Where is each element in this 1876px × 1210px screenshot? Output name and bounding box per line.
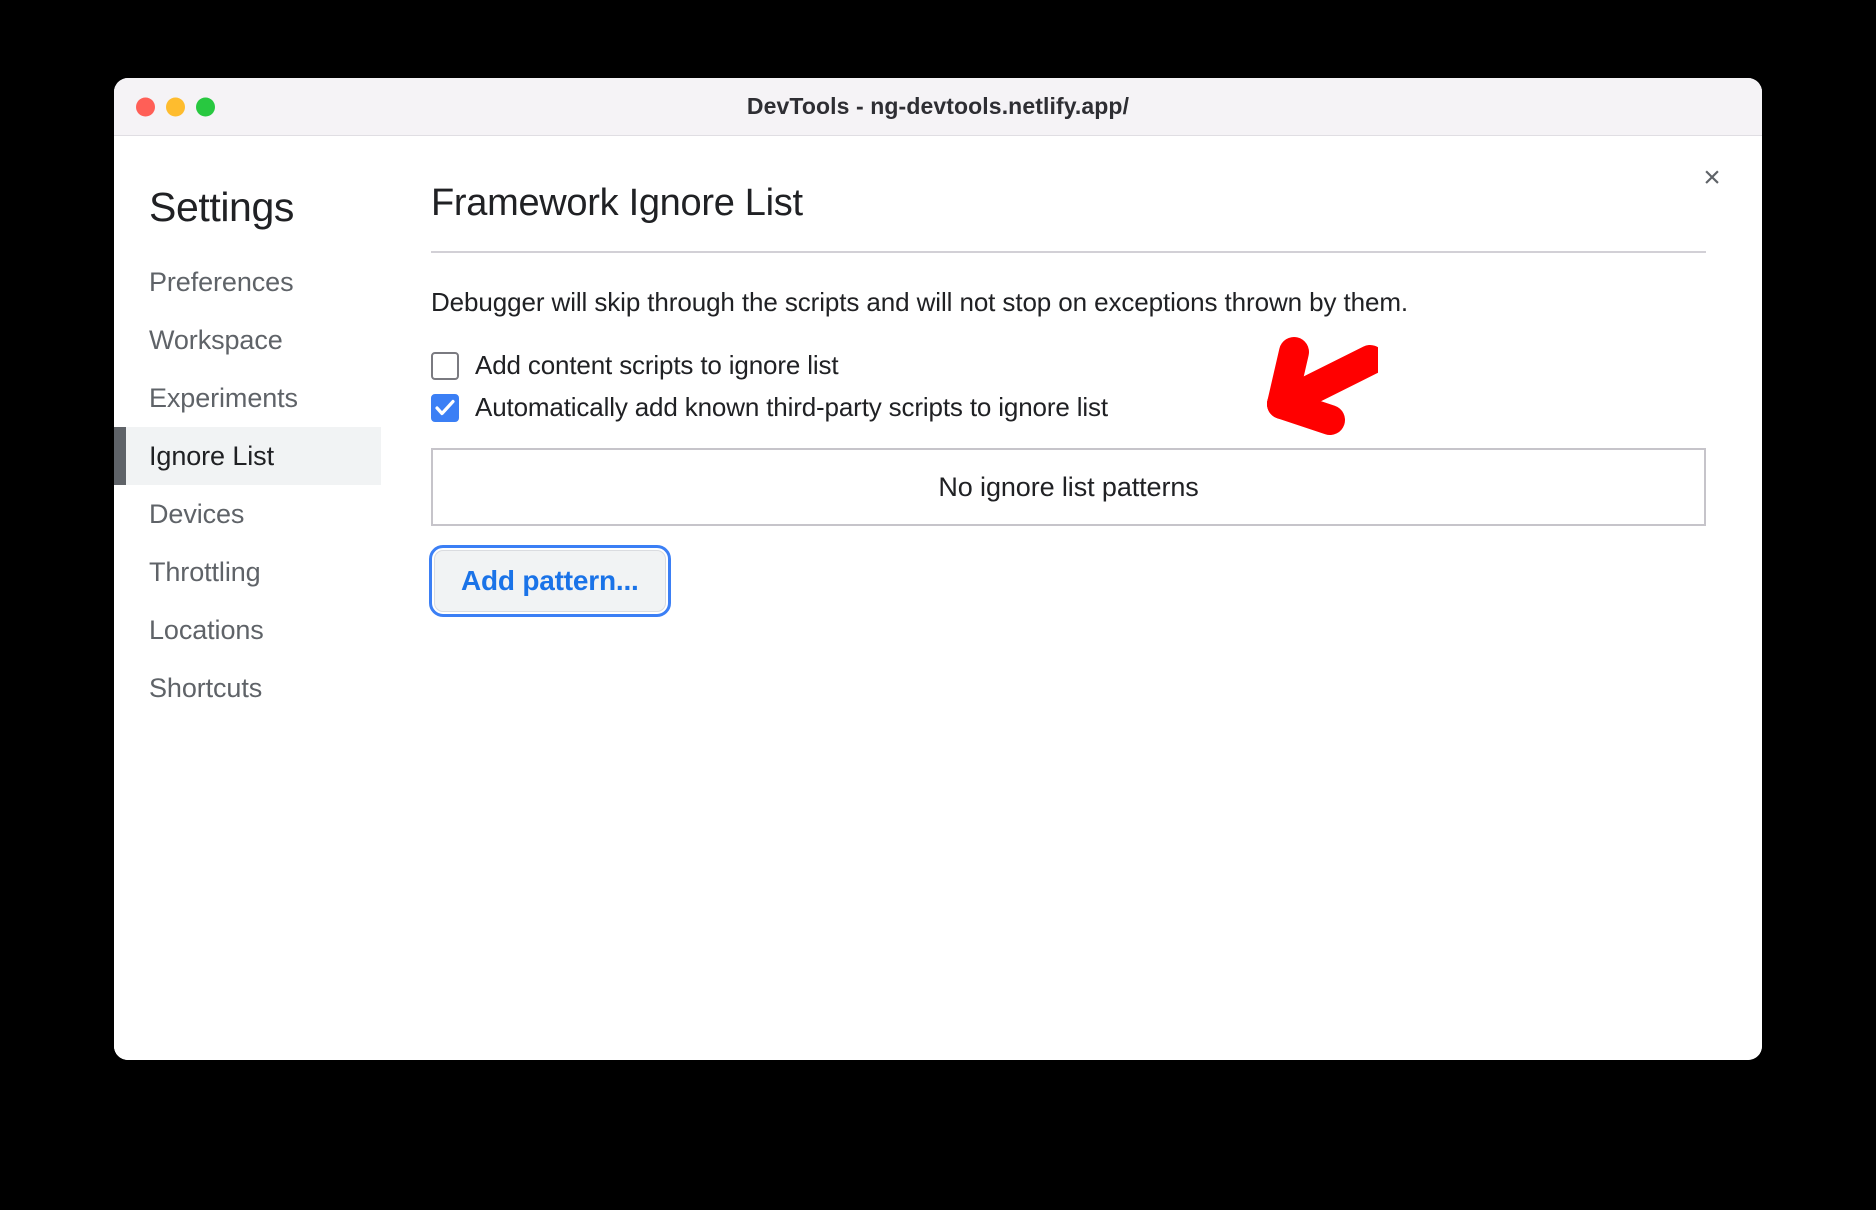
sidebar-item-throttling[interactable]: Throttling: [114, 543, 381, 601]
sidebar-item-label: Experiments: [149, 382, 298, 413]
checkbox-row-third-party-scripts[interactable]: Automatically add known third-party scri…: [431, 392, 1108, 423]
sidebar-item-label: Throttling: [149, 556, 261, 587]
ignore-list-patterns-box: No ignore list patterns: [431, 448, 1706, 526]
checkbox-label: Add content scripts to ignore list: [475, 350, 839, 380]
screenshot-root: DevTools - ng-devtools.netlify.app/ × Se…: [0, 0, 1876, 1210]
sidebar-item-shortcuts[interactable]: Shortcuts: [114, 659, 381, 717]
window-title: DevTools - ng-devtools.netlify.app/: [746, 93, 1130, 119]
minimize-window-button[interactable]: [166, 97, 185, 116]
sidebar-item-label: Locations: [149, 614, 264, 645]
sidebar-item-label: Devices: [149, 498, 245, 529]
settings-sidebar: Settings Preferences Workspace Experimen…: [114, 136, 381, 1060]
panel-heading: Framework Ignore List: [431, 182, 803, 224]
checkbox-unchecked-icon[interactable]: [431, 351, 459, 380]
heading-divider: [431, 251, 1706, 253]
sidebar-item-ignore-list[interactable]: Ignore List: [114, 427, 381, 485]
window-body: × Settings Preferences Workspace Experim…: [114, 136, 1762, 1060]
checkbox-checked-icon[interactable]: [431, 393, 459, 422]
sidebar-item-devices[interactable]: Devices: [114, 485, 381, 543]
traffic-lights: [136, 97, 215, 116]
close-window-button[interactable]: [136, 97, 155, 116]
sidebar-item-experiments[interactable]: Experiments: [114, 369, 381, 427]
panel-description: Debugger will skip through the scripts a…: [431, 287, 1409, 317]
sidebar-item-locations[interactable]: Locations: [114, 601, 381, 659]
maximize-window-button[interactable]: [196, 97, 215, 116]
sidebar-item-label: Workspace: [149, 324, 283, 355]
sidebar-item-label: Shortcuts: [149, 672, 263, 703]
checkbox-label: Automatically add known third-party scri…: [475, 392, 1108, 422]
page-title: Settings: [149, 184, 294, 230]
checkbox-row-content-scripts[interactable]: Add content scripts to ignore list: [431, 350, 839, 381]
devtools-window: DevTools - ng-devtools.netlify.app/ × Se…: [114, 78, 1762, 1060]
ignore-list-panel: Framework Ignore List Debugger will skip…: [381, 136, 1762, 1060]
window-titlebar: DevTools - ng-devtools.netlify.app/: [114, 78, 1762, 136]
sidebar-item-preferences[interactable]: Preferences: [114, 253, 381, 311]
empty-patterns-message: No ignore list patterns: [938, 471, 1199, 502]
sidebar-item-workspace[interactable]: Workspace: [114, 311, 381, 369]
add-pattern-button[interactable]: Add pattern...: [429, 545, 671, 617]
sidebar-item-label: Ignore List: [149, 440, 274, 471]
sidebar-item-label: Preferences: [149, 266, 294, 297]
